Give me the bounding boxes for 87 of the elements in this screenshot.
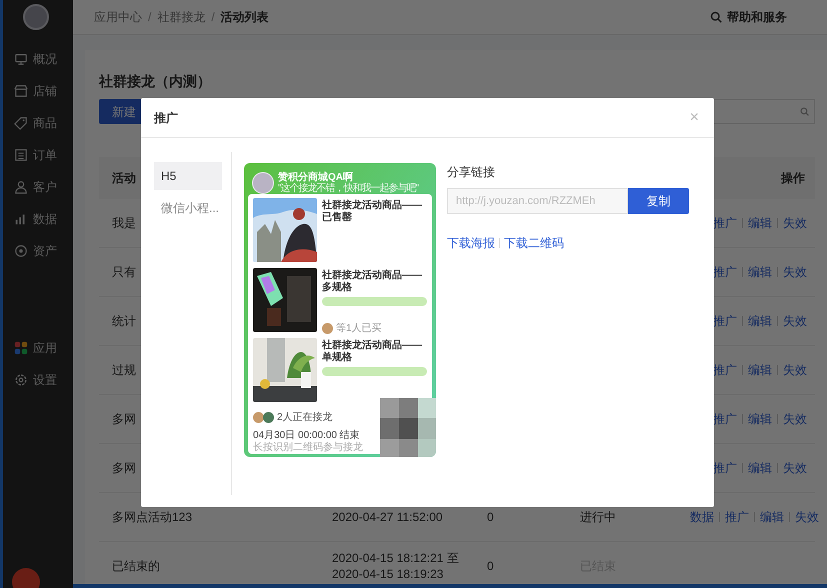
table-cell-text: 多网点活动123: [112, 509, 192, 526]
sidebar-item[interactable]: 商品: [3, 107, 57, 139]
product-title: 社群接龙活动商品——已售罄: [322, 200, 423, 224]
action-link[interactable]: 编辑: [748, 263, 772, 281]
sidebar-item[interactable]: 订单: [3, 139, 57, 171]
avatar[interactable]: [23, 4, 49, 30]
action-link[interactable]: 推广: [713, 459, 737, 477]
action-link[interactable]: 失效: [783, 312, 807, 330]
table-cell-text: 多网: [112, 460, 136, 477]
sidebar-item[interactable]: 资产: [3, 235, 57, 267]
modal-title: 推广: [154, 110, 178, 126]
close-button[interactable]: ×: [690, 110, 701, 126]
monitor-icon: [14, 52, 28, 66]
buyer-avatar: [322, 323, 333, 334]
download-link[interactable]: 下载海报: [447, 234, 495, 252]
download-link[interactable]: 下载二维码: [504, 234, 564, 252]
action-link[interactable]: 失效: [795, 508, 819, 526]
table-cell-text: 我是: [112, 215, 136, 232]
sidebar-item[interactable]: 数据: [3, 203, 57, 235]
participant-count: 2人正在接龙: [277, 410, 333, 425]
action-link[interactable]: 编辑: [748, 312, 772, 330]
breadcrumb-item: 活动列表: [220, 9, 269, 26]
page-title: 社群接龙（内测）: [99, 72, 212, 91]
table-cell-text: 2020-04-15 18:19:23: [332, 566, 444, 582]
sidebar-item[interactable]: 客户: [3, 171, 57, 203]
action-link[interactable]: 编辑: [748, 214, 772, 232]
breadcrumb-item[interactable]: 社群接龙: [157, 8, 206, 26]
buyer-count: 等1人已买: [336, 323, 382, 334]
breadcrumb-separator: /: [211, 9, 215, 26]
tag-icon: [14, 116, 28, 130]
product-title: 社群接龙活动商品——多规格: [322, 270, 423, 294]
action-link[interactable]: 推广: [713, 361, 737, 379]
settings-icon: [14, 373, 28, 387]
column-header: 操作: [781, 170, 806, 187]
sidebar-item[interactable]: 店铺: [3, 75, 57, 107]
qr-code: [380, 398, 436, 457]
action-link[interactable]: 推广: [713, 214, 737, 232]
shop-icon: [14, 84, 28, 98]
breadcrumb-separator: /: [148, 9, 152, 26]
help-link[interactable]: 帮助和服务: [710, 8, 787, 26]
copy-button[interactable]: 复制: [628, 188, 689, 214]
action-link[interactable]: 失效: [783, 263, 807, 281]
sidebar-item[interactable]: 设置: [3, 364, 57, 396]
breadcrumb-item[interactable]: 应用中心: [94, 8, 142, 26]
search-icon: [800, 107, 809, 116]
action-link[interactable]: 编辑: [748, 410, 772, 428]
poster-hint: 长按识别二维码参与接龙: [253, 442, 364, 454]
logo-icon[interactable]: [12, 568, 40, 588]
table-cell-text: 2020-04-27 11:52:00: [332, 509, 444, 525]
table-cell-text: 只有: [112, 264, 136, 281]
action-link[interactable]: 失效: [783, 214, 807, 232]
list-icon: [14, 148, 28, 162]
product-title: 社群接龙活动商品——单规格: [322, 340, 423, 364]
action-link[interactable]: 数据: [690, 508, 714, 526]
action-link[interactable]: 失效: [783, 410, 807, 428]
action-link[interactable]: 推广: [725, 508, 749, 526]
table-cell-text: 0: [487, 509, 495, 526]
user-icon: [14, 180, 28, 194]
action-link[interactable]: 编辑: [748, 459, 772, 477]
action-link[interactable]: 编辑: [748, 361, 772, 379]
participant-avatar: [253, 412, 264, 423]
coin-icon: [14, 244, 28, 258]
action-link[interactable]: 推广: [713, 312, 737, 330]
table-cell-text: 多网: [112, 411, 136, 428]
table-cell-text: 0: [487, 558, 495, 575]
link-field[interactable]: http://j.youzan.com/RZZMEh: [447, 188, 628, 214]
search-icon: [710, 11, 722, 23]
column-header: 活动: [112, 170, 136, 187]
participant-avatar: [263, 412, 274, 423]
status-text: 进行中: [580, 509, 617, 526]
end-time: 04月30日 00:00:00 结束: [253, 430, 361, 442]
table-cell-text: 过规: [112, 362, 136, 379]
tab[interactable]: H5: [154, 162, 222, 190]
apps-icon: [14, 341, 28, 355]
action-link[interactable]: 推广: [713, 263, 737, 281]
shop-name: 赞积分商城QA啊: [278, 172, 353, 183]
action-link[interactable]: 推广: [713, 410, 737, 428]
table-cell-text: 已结束的: [112, 558, 160, 575]
table-cell-text: 统计: [112, 313, 136, 330]
sidebar-item[interactable]: 概况: [3, 43, 57, 75]
action-link[interactable]: 编辑: [760, 508, 784, 526]
action-link[interactable]: 失效: [783, 459, 807, 477]
share-label: 分享链接: [447, 164, 496, 180]
sidebar-item[interactable]: 应用: [3, 332, 57, 364]
table-cell-text: 2020-04-15 18:12:21 至: [332, 550, 460, 566]
action-link[interactable]: 失效: [783, 361, 807, 379]
slogan: "这个接龙不错，快和我一起参与吧": [278, 183, 418, 194]
